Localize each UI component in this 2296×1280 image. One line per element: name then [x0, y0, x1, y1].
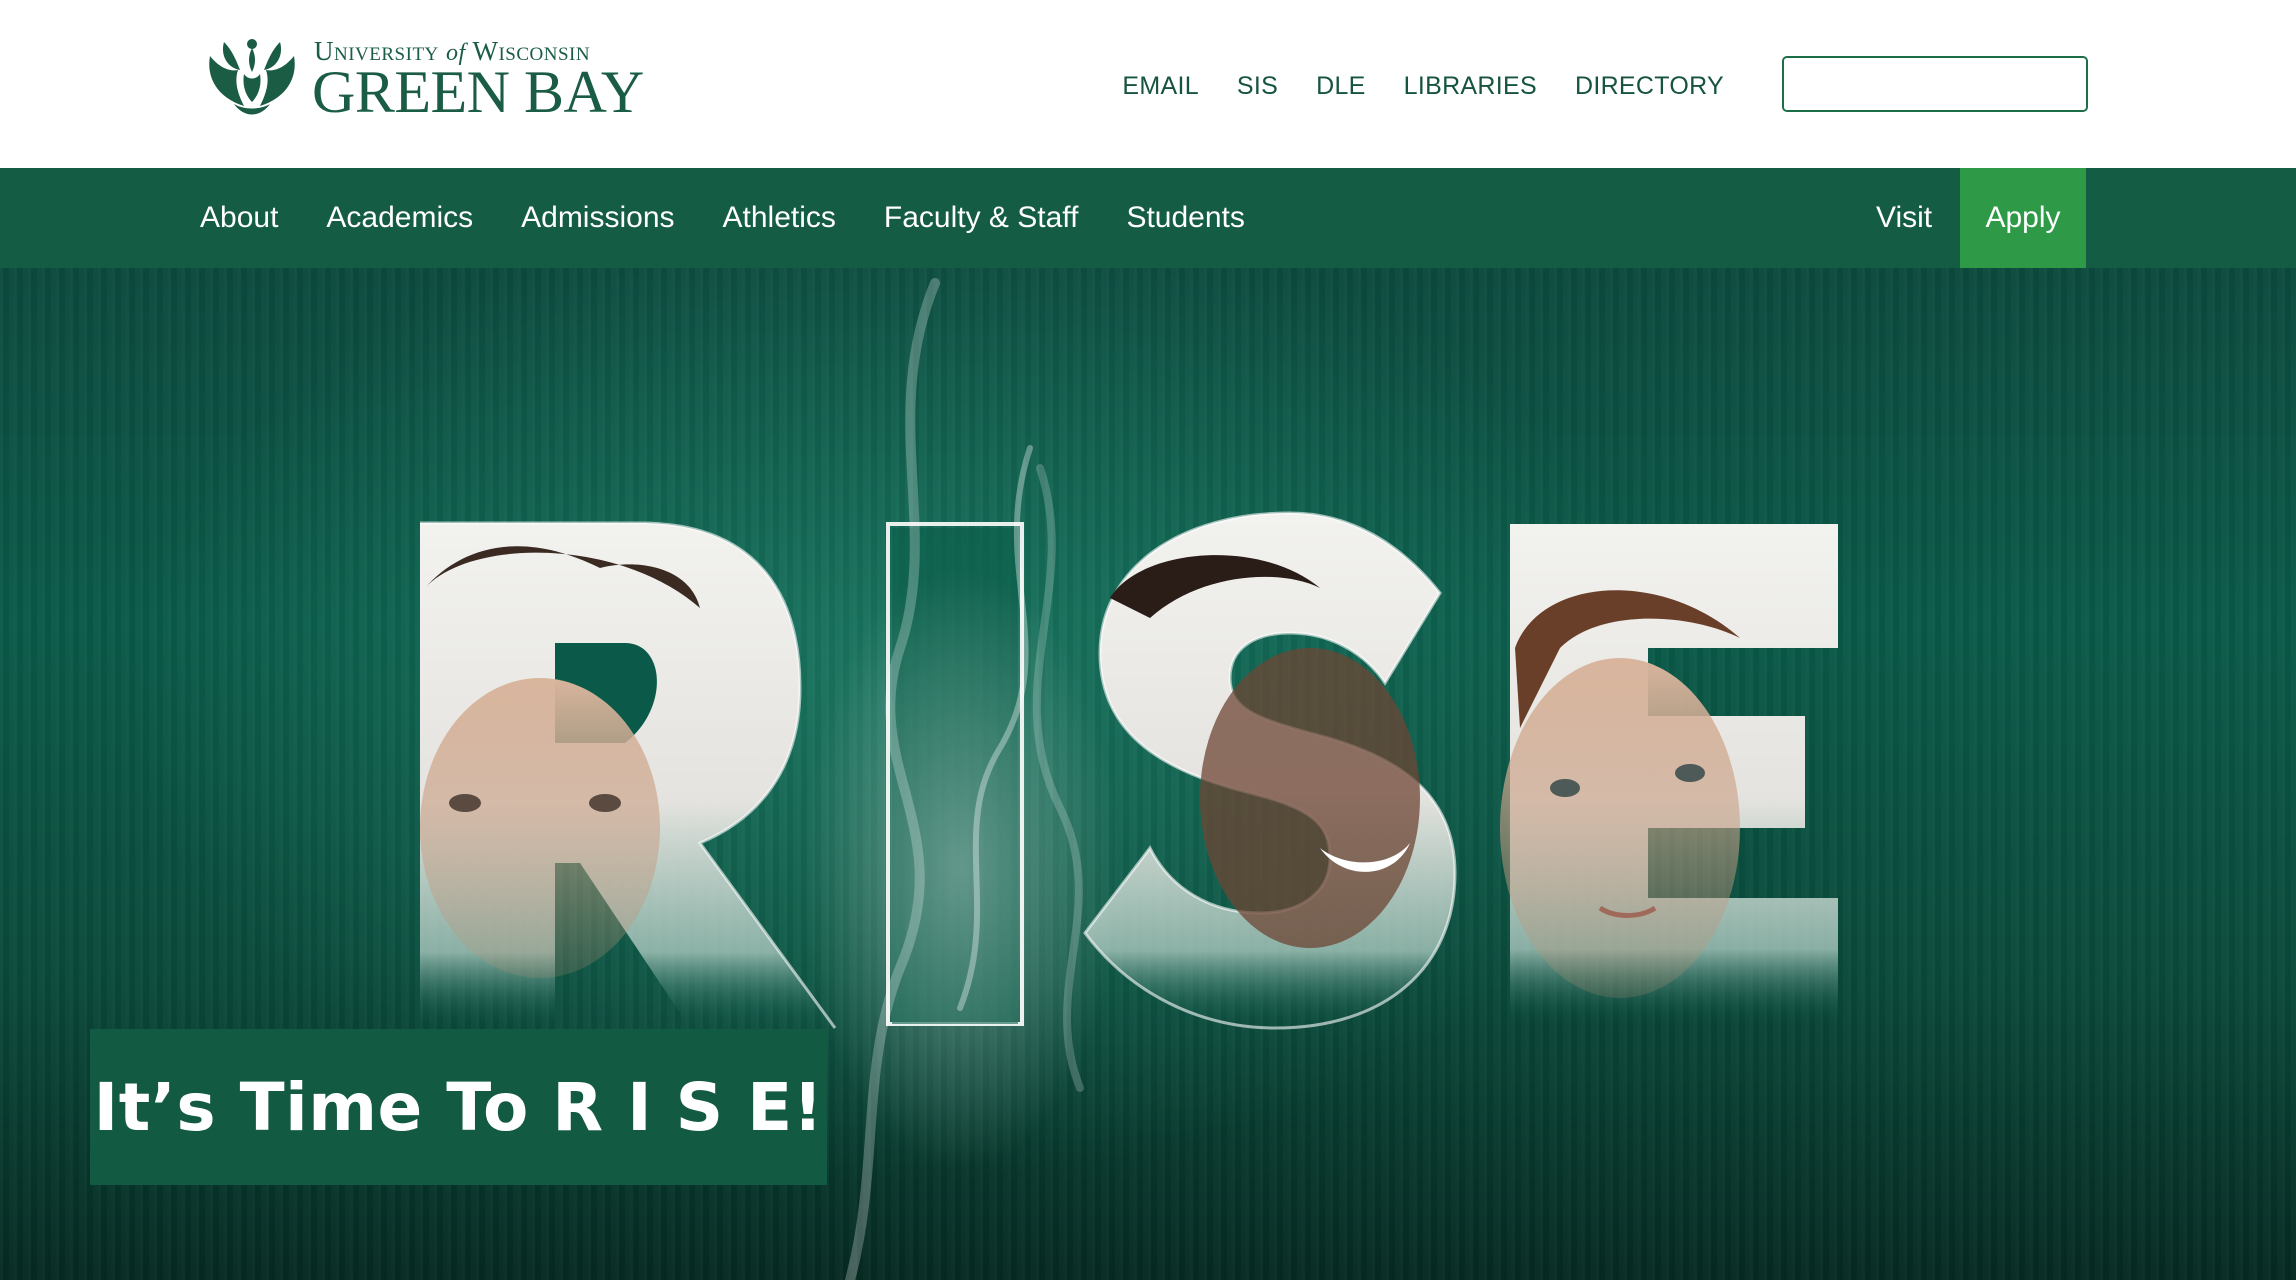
utility-link-sis[interactable]: SIS — [1237, 72, 1278, 101]
university-logo[interactable]: University of Wisconsin GREEN BAY — [204, 34, 644, 124]
search-input[interactable] — [1784, 58, 2086, 110]
utility-link-directory[interactable]: DIRECTORY — [1575, 72, 1724, 101]
nav-item-athletics[interactable]: Athletics — [723, 201, 836, 235]
utility-nav: EMAIL SIS DLE LIBRARIES DIRECTORY — [1122, 72, 1724, 101]
nav-item-academics[interactable]: Academics — [326, 201, 473, 235]
nav-visit-link[interactable]: Visit — [1876, 201, 1932, 235]
utility-link-libraries[interactable]: LIBRARIES — [1404, 72, 1537, 101]
hero-caption-box[interactable]: It’s Time To R I S E! — [90, 1029, 827, 1185]
main-nav: About Academics Admissions Athletics Fac… — [0, 168, 2296, 268]
nav-item-students[interactable]: Students — [1126, 201, 1244, 235]
apply-button[interactable]: Apply — [1960, 168, 2086, 268]
hero-caption-text: It’s Time To R I S E! — [93, 1068, 824, 1146]
nav-item-admissions[interactable]: Admissions — [521, 201, 674, 235]
search-box — [1782, 56, 2088, 112]
logo-green-bay: GREEN BAY — [312, 59, 644, 125]
utility-link-dle[interactable]: DLE — [1316, 72, 1366, 101]
utility-link-email[interactable]: EMAIL — [1122, 72, 1199, 101]
nav-item-about[interactable]: About — [200, 201, 278, 235]
hero-banner: It’s Time To R I S E! — [0, 268, 2296, 1280]
nav-item-faculty-staff[interactable]: Faculty & Staff — [884, 201, 1079, 235]
letter-e — [1500, 524, 1838, 1024]
letter-r — [420, 521, 837, 1029]
letter-s — [1083, 511, 1457, 1030]
site-header: University of Wisconsin GREEN BAY EMAIL … — [0, 0, 2296, 168]
phoenix-logo-icon — [209, 39, 295, 115]
